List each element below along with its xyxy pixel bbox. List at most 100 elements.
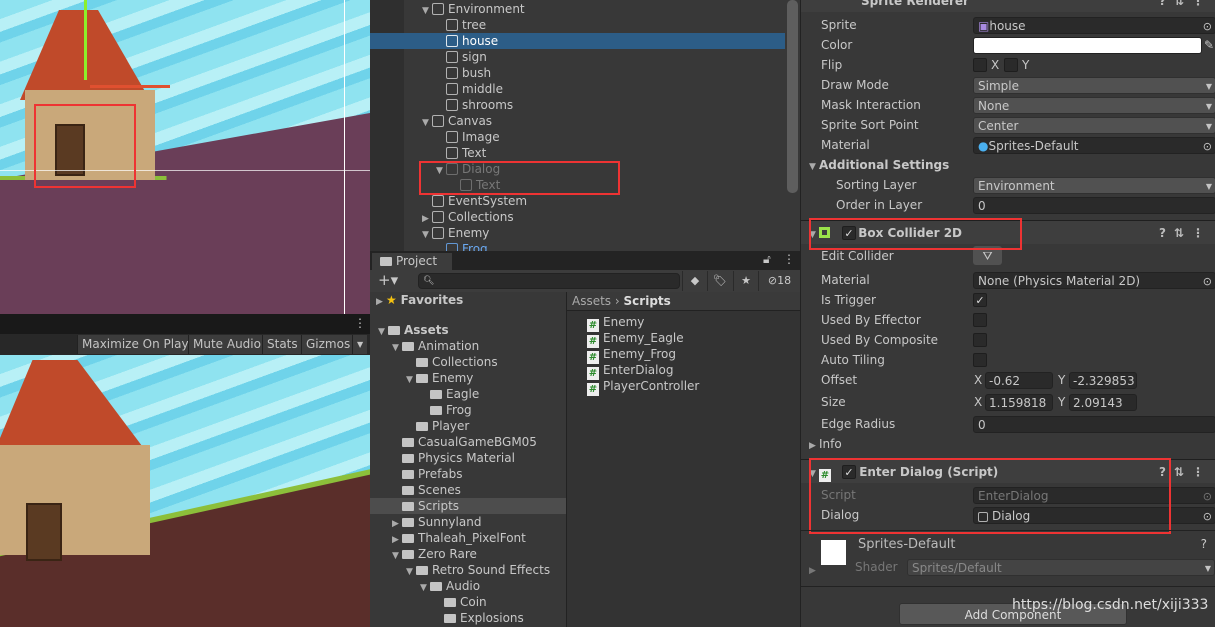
scene-view[interactable]: [0, 0, 370, 314]
material-field[interactable]: ●Sprites-Default ⊙: [973, 137, 1215, 154]
sorting-layer-dropdown[interactable]: Environment: [973, 177, 1215, 194]
hierarchy-item[interactable]: middle: [370, 81, 785, 97]
hierarchy-item[interactable]: sign: [370, 49, 785, 65]
component-icons[interactable]: ?⇅⋮: [1159, 460, 1212, 484]
more-menu-icon[interactable]: ⋮: [783, 252, 795, 266]
dialog-field[interactable]: Dialog ⊙: [973, 507, 1215, 524]
hierarchy-item[interactable]: ▼ Dialog: [370, 161, 785, 177]
folder-tree-item[interactable]: Collections: [370, 354, 566, 370]
hierarchy-item[interactable]: ▼ Canvas: [370, 113, 785, 129]
script-file[interactable]: # Enemy_Frog: [587, 346, 676, 364]
size-x-input[interactable]: 1.159818: [985, 394, 1053, 411]
offset-y-input[interactable]: -2.329853: [1069, 372, 1137, 389]
flip-y-checkbox[interactable]: [1004, 58, 1018, 72]
object-picker-icon[interactable]: ⊙: [1203, 273, 1212, 288]
sprite-field[interactable]: ▣house ⊙: [973, 17, 1215, 34]
hierarchy-item[interactable]: Text: [370, 177, 785, 193]
script-file[interactable]: # EnterDialog: [587, 362, 673, 380]
hidden-packages-toggle[interactable]: ⊘18: [758, 271, 800, 291]
folder-tree-item[interactable]: Scripts: [370, 498, 566, 514]
used-by-effector-checkbox[interactable]: [973, 313, 987, 327]
create-button[interactable]: +▾: [378, 271, 398, 289]
folder-tree-item[interactable]: CasualGameBGM05: [370, 434, 566, 450]
box-collider-enabled-checkbox[interactable]: ✓: [842, 226, 856, 240]
hierarchy-item[interactable]: ▼ Environment: [370, 1, 785, 17]
object-picker-icon[interactable]: ⊙: [1203, 138, 1212, 153]
folder-tree-item[interactable]: ▼ Enemy: [370, 370, 566, 386]
folder-tree-item[interactable]: ▼ Audio: [370, 578, 566, 594]
folder-tree-item[interactable]: Coin: [370, 594, 566, 610]
folder-tree-item[interactable]: ▶ Sunnyland: [370, 514, 566, 530]
breadcrumb-assets[interactable]: Assets: [572, 294, 611, 308]
maximize-on-play-button[interactable]: Maximize On Play: [77, 335, 193, 354]
mute-audio-button[interactable]: Mute Audio: [188, 335, 265, 354]
draw-mode-dropdown[interactable]: Simple: [973, 77, 1215, 94]
hierarchy-item[interactable]: ▼ Enemy: [370, 225, 785, 241]
gizmos-button[interactable]: Gizmos: [301, 335, 355, 354]
shader-dropdown[interactable]: Sprites/Default: [907, 559, 1215, 576]
hierarchy-item[interactable]: Image: [370, 129, 785, 145]
hierarchy-item[interactable]: ▶ Collections: [370, 209, 785, 225]
edge-radius-input[interactable]: 0: [973, 416, 1215, 433]
info-foldout[interactable]: ▶ Info: [801, 434, 1215, 454]
object-picker-icon[interactable]: ⊙: [1203, 18, 1212, 33]
hierarchy-item[interactable]: shrooms: [370, 97, 785, 113]
favorites-star-icon[interactable]: ★: [733, 271, 758, 291]
size-y-input[interactable]: 2.09143: [1069, 394, 1137, 411]
flip-x-checkbox[interactable]: [973, 58, 987, 72]
folder-tree-item[interactable]: Player: [370, 418, 566, 434]
sprite-renderer-header[interactable]: Sprite Renderer ?⇅⋮: [801, 0, 1215, 12]
search-by-type-icon[interactable]: ◆: [682, 271, 707, 291]
hierarchy-item[interactable]: tree: [370, 17, 785, 33]
physics-material-field[interactable]: None (Physics Material 2D) ⊙: [973, 272, 1215, 289]
enter-dialog-header[interactable]: ▼ # ✓ Enter Dialog (Script) ?⇅⋮: [801, 459, 1215, 483]
hierarchy-item[interactable]: EventSystem: [370, 193, 785, 209]
lock-icon[interactable]: 🔓︎: [763, 252, 771, 267]
help-icon[interactable]: ?: [1201, 537, 1207, 551]
object-picker-icon[interactable]: ⊙: [1203, 508, 1212, 523]
color-field[interactable]: [973, 37, 1202, 54]
hierarchy-item[interactable]: Text: [370, 145, 785, 161]
component-icons[interactable]: ?⇅⋮: [1159, 0, 1212, 13]
script-file[interactable]: # PlayerController: [587, 378, 699, 396]
folder-tree-item[interactable]: Prefabs: [370, 466, 566, 482]
folder-tree-item[interactable]: Eagle: [370, 386, 566, 402]
folder-tree-item[interactable]: Frog: [370, 402, 566, 418]
edit-collider-button[interactable]: ⛛: [973, 246, 1002, 265]
folder-tree-item[interactable]: ▼ Animation: [370, 338, 566, 354]
tab-project[interactable]: Project: [372, 253, 452, 270]
is-trigger-checkbox[interactable]: ✓: [973, 293, 987, 307]
folder-tree-item[interactable]: Physics Material: [370, 450, 566, 466]
order-in-layer-input[interactable]: 0: [973, 197, 1215, 214]
stats-button[interactable]: Stats: [262, 335, 302, 354]
script-file[interactable]: # Enemy: [587, 314, 644, 332]
game-view[interactable]: [0, 355, 370, 627]
used-by-composite-checkbox[interactable]: [973, 333, 987, 347]
hierarchy-scrollbar[interactable]: [787, 0, 798, 193]
eyedropper-icon[interactable]: ✎: [1204, 35, 1214, 55]
box-collider-header[interactable]: ▼ ✓ Box Collider 2D ?⇅⋮: [801, 220, 1215, 244]
more-menu-icon[interactable]: ⋮: [354, 316, 366, 330]
hierarchy-item[interactable]: Frog: [370, 241, 785, 251]
enter-dialog-enabled-checkbox[interactable]: ✓: [842, 465, 856, 479]
offset-x-input[interactable]: -0.62: [985, 372, 1053, 389]
tree-item-favorites[interactable]: ▶ ★ Favorites: [370, 292, 566, 308]
gizmos-dropdown-icon[interactable]: ▼: [352, 335, 368, 354]
script-file[interactable]: # Enemy_Eagle: [587, 330, 684, 348]
folder-tree-item[interactable]: Explosions: [370, 610, 566, 626]
move-gizmo-x[interactable]: [90, 85, 170, 88]
folder-tree-item[interactable]: Scenes: [370, 482, 566, 498]
folder-tree-item[interactable]: ▼ Zero Rare: [370, 546, 566, 562]
search-by-label-icon[interactable]: 🏷︎: [707, 271, 732, 291]
sort-point-dropdown[interactable]: Center: [973, 117, 1215, 134]
folder-tree-item[interactable]: ▼ Assets: [370, 322, 566, 338]
auto-tiling-checkbox[interactable]: [973, 353, 987, 367]
hierarchy-item[interactable]: bush: [370, 65, 785, 81]
hierarchy-item[interactable]: house: [370, 33, 785, 49]
folder-tree-item[interactable]: ▼ Retro Sound Effects: [370, 562, 566, 578]
move-gizmo-y[interactable]: [84, 0, 87, 80]
additional-settings-foldout[interactable]: ▼ Additional Settings: [801, 155, 1215, 175]
mask-interaction-dropdown[interactable]: None: [973, 97, 1215, 114]
component-icons[interactable]: ?⇅⋮: [1159, 221, 1212, 245]
search-input[interactable]: 🔍︎: [418, 273, 680, 289]
